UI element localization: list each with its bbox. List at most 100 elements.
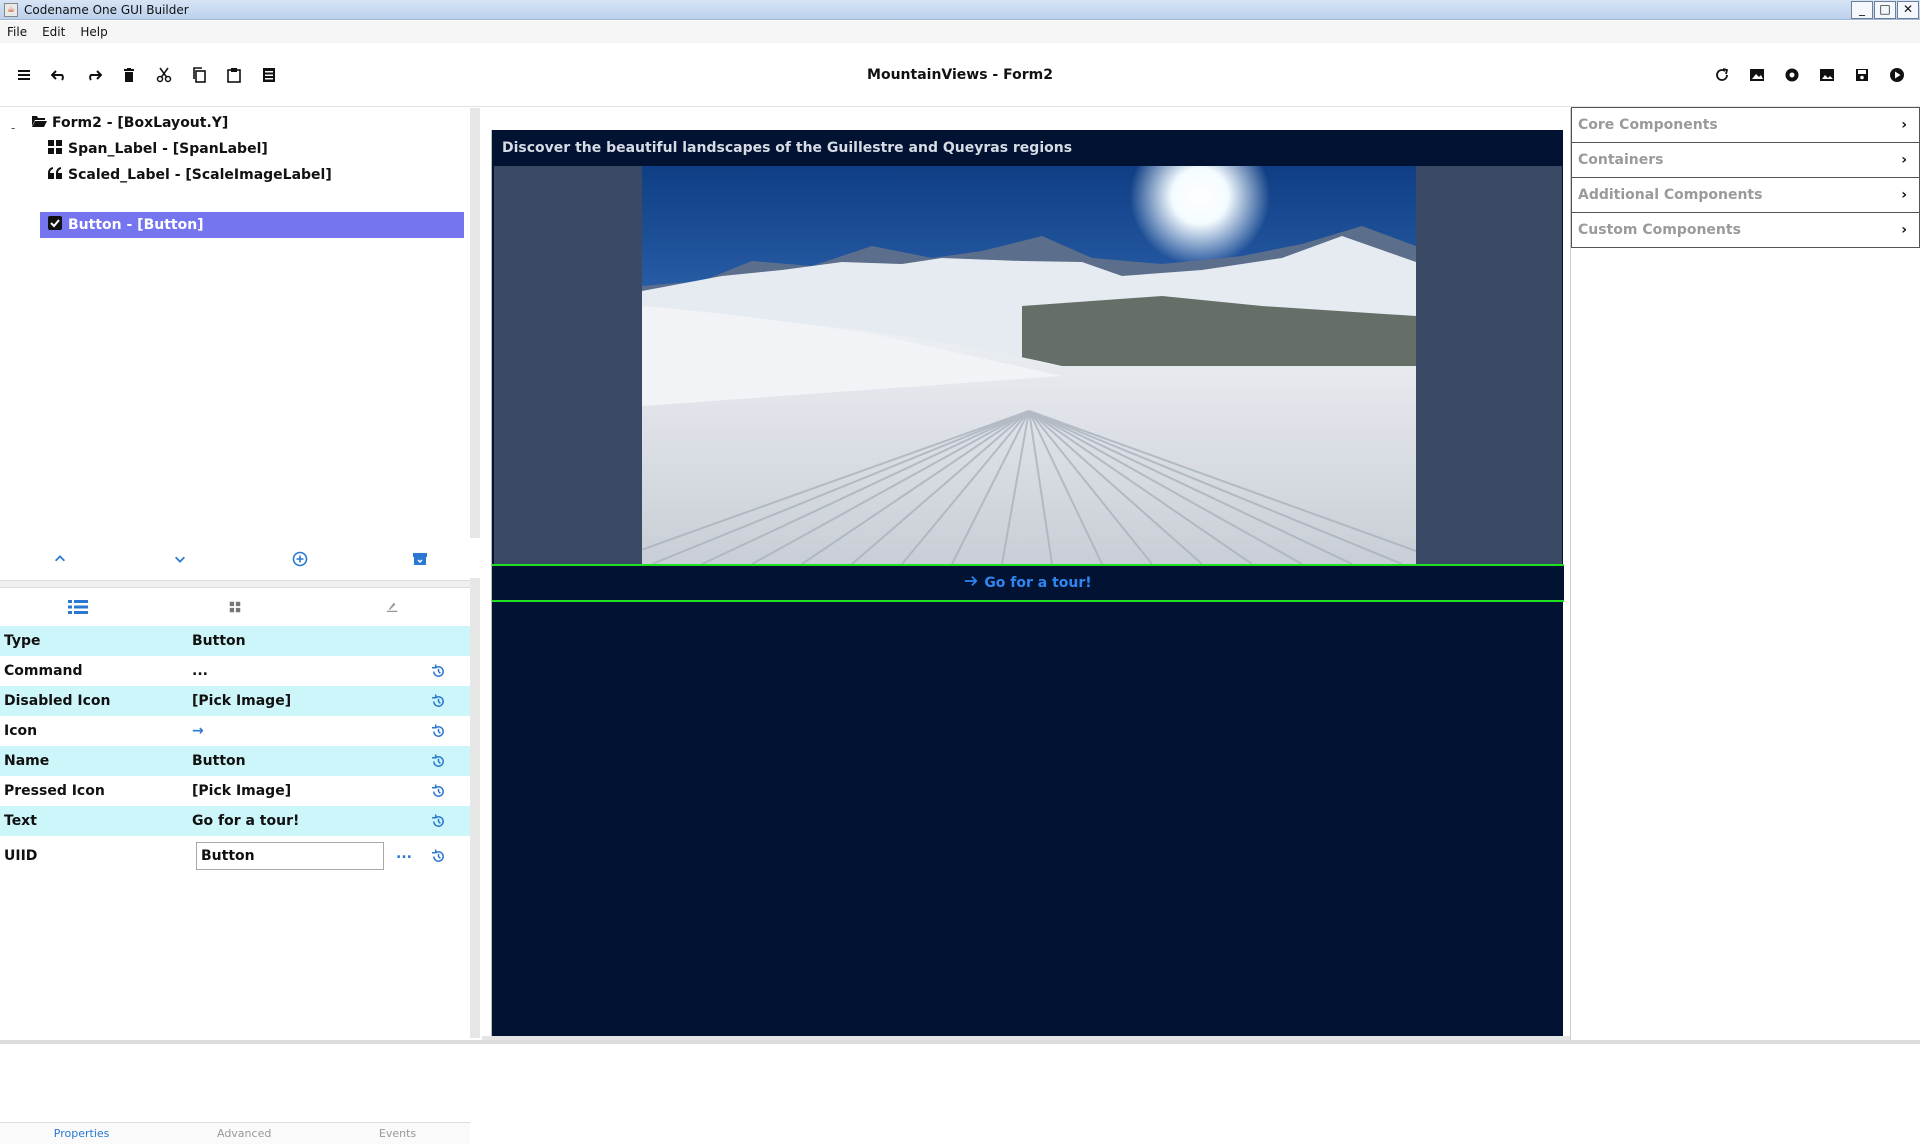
design-canvas: Discover the beautiful landscapes of the… [482,108,1570,1044]
play-icon[interactable] [1879,63,1914,87]
reset-history-icon[interactable] [428,811,448,831]
property-row-uiid: UIID ... [0,836,470,876]
reset-history-icon[interactable] [428,751,448,771]
uiid-input[interactable] [196,842,384,870]
palette-additional-components[interactable]: Additional Components › [1571,177,1920,213]
span-label-text[interactable]: Discover the beautiful landscapes of the… [502,140,1072,156]
property-name: Type [4,633,41,649]
uiid-more-button[interactable]: ... [396,846,412,862]
property-value[interactable]: ... [192,663,208,679]
menu-help[interactable]: Help [73,25,115,39]
toolbar: MountainViews - Form2 [0,43,1920,107]
panel-splitter[interactable] [0,580,480,588]
save-icon[interactable] [1844,63,1879,87]
list-properties-icon[interactable] [58,592,98,622]
palette-core-components[interactable]: Core Components › [1571,107,1920,143]
landscape-photo [642,166,1416,564]
record-icon[interactable] [1774,63,1809,87]
property-view-tabs [0,588,470,626]
tree-collapse-toggle[interactable]: - [11,121,15,135]
property-row-icon[interactable]: Icon → [0,716,470,746]
grid-icon [46,139,64,159]
palette-label: Core Components [1578,117,1718,133]
reset-history-icon[interactable] [428,781,448,801]
property-row-text[interactable]: Text Go for a tour! [0,806,470,836]
property-name: Name [4,753,50,769]
tree-actions [0,538,480,580]
property-value[interactable]: Go for a tour! [192,813,299,829]
tab-properties[interactable]: Properties [54,1127,110,1140]
arrow-right-icon [964,574,978,592]
property-name: Text [4,813,37,829]
go-tour-label: Go for a tour! [984,575,1092,591]
style-brush-icon[interactable] [372,592,412,622]
app-icon: ☕ [4,2,18,17]
tree-item-button[interactable]: Button - [Button] [40,212,464,238]
window-title: Codename One GUI Builder [24,2,189,17]
image-icon[interactable] [1739,63,1774,87]
maximize-button[interactable]: □ [1874,0,1896,19]
property-value[interactable]: Button [192,753,246,769]
quote-icon [46,165,64,185]
tree-item-span-label[interactable]: Span_Label - [SpanLabel] [46,136,268,162]
property-tabs: Properties Advanced Events [0,1122,470,1144]
tree-item-label: Form2 - [BoxLayout.Y] [52,115,229,131]
go-tour-button[interactable]: Go for a tour! [964,574,1092,592]
image-alt-icon[interactable] [1809,63,1844,87]
tab-advanced[interactable]: Advanced [217,1127,271,1140]
tab-events[interactable]: Events [379,1127,416,1140]
minimize-button[interactable]: _ [1851,0,1873,19]
property-value[interactable]: [Pick Image] [192,783,291,799]
properties-scrollbar[interactable] [470,578,480,1038]
menu-file[interactable]: File [0,25,35,39]
reset-history-icon[interactable] [428,846,448,866]
window-title-bar: ☕ Codename One GUI Builder _ □ ✕ [0,0,1920,20]
move-down-icon[interactable] [165,544,195,574]
grid-properties-icon[interactable] [215,592,255,622]
property-row-name[interactable]: Name Button [0,746,470,776]
checkbox-icon [46,215,64,235]
reset-history-icon[interactable] [428,661,448,681]
tree-item-form2[interactable]: Form2 - [BoxLayout.Y] [30,110,228,136]
add-circle-icon[interactable] [285,544,315,574]
close-button[interactable]: ✕ [1897,0,1919,19]
chevron-right-icon: › [1901,152,1907,168]
arrow-right-icon[interactable]: → [192,723,204,739]
left-panel: - Form2 - [BoxLayout.Y] Span_Label - [Sp… [0,108,482,1144]
property-row-pressed-icon[interactable]: Pressed Icon [Pick Image] [0,776,470,806]
menu-bar: File Edit Help [0,21,1920,43]
tree-scrollbar[interactable] [470,108,480,538]
menu-edit[interactable]: Edit [35,25,73,39]
property-value[interactable]: [Pick Image] [192,693,291,709]
properties-table: Type Button Command ... Disabled Icon [P… [0,626,470,876]
tree-item-label: Button - [Button] [68,217,204,233]
folder-open-icon [30,113,48,133]
property-row-disabled-icon[interactable]: Disabled Icon [Pick Image] [0,686,470,716]
button-container[interactable]: Go for a tour! [492,564,1564,602]
palette-label: Custom Components [1578,222,1741,238]
property-name: Disabled Icon [4,693,111,709]
refresh-icon[interactable] [1704,63,1739,87]
document-title: MountainViews - Form2 [867,67,1053,83]
scaled-image-label[interactable] [494,166,1562,564]
property-name: Icon [4,723,38,739]
chevron-right-icon: › [1901,187,1907,203]
palette-label: Additional Components [1578,187,1763,203]
reset-history-icon[interactable] [428,721,448,741]
reset-history-icon[interactable] [428,691,448,711]
component-palette: Core Components › Containers › Additiona… [1570,107,1920,1044]
move-up-icon[interactable] [45,544,75,574]
palette-custom-components[interactable]: Custom Components › [1571,212,1920,248]
form-preview[interactable]: Discover the beautiful landscapes of the… [491,130,1564,1036]
tree-item-label: Span_Label - [SpanLabel] [68,141,268,157]
chevron-right-icon: › [1901,117,1907,133]
archive-icon[interactable] [405,544,435,574]
tree-item-label: Scaled_Label - [ScaleImageLabel] [68,167,332,183]
property-row-command[interactable]: Command ... [0,656,470,686]
property-name: UIID [4,848,38,864]
tree-item-scaled-label[interactable]: Scaled_Label - [ScaleImageLabel] [46,162,332,188]
chevron-right-icon: › [1901,222,1907,238]
component-tree: - Form2 - [BoxLayout.Y] Span_Label - [Sp… [0,108,470,538]
palette-containers[interactable]: Containers › [1571,142,1920,178]
property-name: Command [4,663,83,679]
